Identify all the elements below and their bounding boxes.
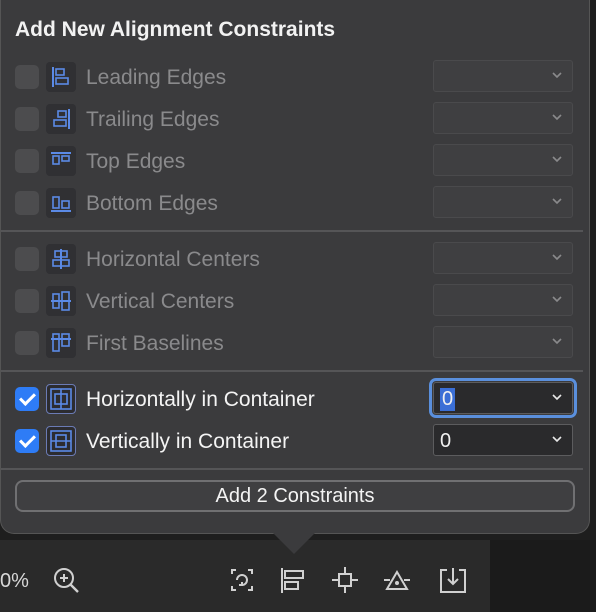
chevron-down-icon bbox=[552, 394, 562, 401]
horizontal-centers-checkbox[interactable] bbox=[15, 247, 39, 271]
first-baselines-value-dropdown[interactable] bbox=[433, 326, 573, 358]
row-top-edges: Top Edges bbox=[1, 142, 591, 182]
bar-right-panel bbox=[490, 540, 596, 612]
top-edges-icon bbox=[46, 146, 76, 176]
separator bbox=[1, 230, 583, 232]
horizontally-in-container-value-dropdown[interactable]: 0 bbox=[429, 378, 577, 418]
horizontally-in-container-checkbox[interactable] bbox=[15, 387, 39, 411]
chevron-down-icon bbox=[552, 338, 562, 345]
chevron-down-icon bbox=[552, 436, 562, 443]
vertical-offset-value[interactable]: 0 bbox=[440, 430, 451, 453]
leading-edges-checkbox[interactable] bbox=[15, 65, 39, 89]
zoom-in-icon[interactable] bbox=[49, 563, 83, 597]
leading-edges-value-dropdown[interactable] bbox=[433, 60, 573, 92]
row-horizontal-centers: Horizontal Centers bbox=[1, 240, 591, 280]
trailing-edges-label: Trailing Edges bbox=[86, 108, 220, 131]
leading-edges-label: Leading Edges bbox=[86, 66, 227, 89]
chevron-down-icon bbox=[552, 296, 562, 303]
align-icon[interactable] bbox=[276, 563, 310, 597]
horizontal-centers-value-dropdown[interactable] bbox=[433, 242, 573, 274]
row-bottom-edges: Bottom Edges bbox=[1, 184, 591, 224]
row-vertical-centers: Vertical Centers bbox=[1, 282, 591, 322]
vertically-in-container-checkbox[interactable] bbox=[15, 429, 39, 453]
trailing-edges-value-dropdown[interactable] bbox=[433, 102, 573, 134]
bottom-edges-label: Bottom Edges bbox=[86, 192, 218, 215]
popover-arrow bbox=[272, 532, 316, 554]
horizontal-offset-value[interactable]: 0 bbox=[440, 388, 456, 411]
bottom-edges-icon bbox=[46, 188, 76, 218]
separator bbox=[1, 468, 583, 470]
vertically-in-container-value-dropdown[interactable]: 0 bbox=[433, 424, 573, 456]
chevron-down-icon bbox=[552, 72, 562, 79]
horizontal-centers-icon bbox=[46, 244, 76, 274]
chevron-down-icon bbox=[552, 254, 562, 261]
vertically-in-container-label: Vertically in Container bbox=[86, 430, 290, 453]
first-baselines-icon bbox=[46, 328, 76, 358]
resolve-issues-icon[interactable] bbox=[380, 563, 414, 597]
chevron-down-icon bbox=[552, 114, 562, 121]
update-frames-icon[interactable] bbox=[225, 563, 259, 597]
chevron-down-icon bbox=[552, 198, 562, 205]
row-vertically-in-container: Vertically in Container 0 bbox=[1, 422, 591, 462]
row-leading-edges: Leading Edges bbox=[1, 58, 591, 98]
add-constraints-icon[interactable] bbox=[328, 563, 362, 597]
vertical-centers-checkbox[interactable] bbox=[15, 289, 39, 313]
first-baselines-label: First Baselines bbox=[86, 332, 224, 355]
zoom-percentage[interactable]: 0% bbox=[0, 570, 29, 593]
vertical-centers-value-dropdown[interactable] bbox=[433, 284, 573, 316]
bottom-edges-checkbox[interactable] bbox=[15, 191, 39, 215]
trailing-edges-icon bbox=[46, 104, 76, 134]
horizontally-in-container-label: Horizontally in Container bbox=[86, 388, 315, 411]
add-constraints-button[interactable]: Add 2 Constraints bbox=[15, 480, 575, 512]
first-baselines-checkbox[interactable] bbox=[15, 331, 39, 355]
separator bbox=[1, 370, 583, 372]
row-horizontally-in-container: Horizontally in Container 0 bbox=[1, 378, 591, 420]
bottom-edges-value-dropdown[interactable] bbox=[433, 186, 573, 218]
top-edges-label: Top Edges bbox=[86, 150, 186, 173]
popover-title: Add New Alignment Constraints bbox=[15, 18, 336, 41]
horizontally-in-container-icon bbox=[46, 384, 76, 414]
vertically-in-container-icon bbox=[46, 426, 76, 456]
leading-edges-icon bbox=[46, 62, 76, 92]
row-trailing-edges: Trailing Edges bbox=[1, 100, 591, 140]
top-edges-checkbox[interactable] bbox=[15, 149, 39, 173]
embed-in-icon[interactable] bbox=[436, 563, 470, 597]
trailing-edges-checkbox[interactable] bbox=[15, 107, 39, 131]
vertical-centers-label: Vertical Centers bbox=[86, 290, 235, 313]
row-first-baselines: First Baselines bbox=[1, 324, 591, 364]
horizontal-centers-label: Horizontal Centers bbox=[86, 248, 260, 271]
top-edges-value-dropdown[interactable] bbox=[433, 144, 573, 176]
chevron-down-icon bbox=[552, 156, 562, 163]
alignment-constraints-popover: Add New Alignment Constraints Leading Ed… bbox=[0, 0, 590, 534]
vertical-centers-icon bbox=[46, 286, 76, 316]
